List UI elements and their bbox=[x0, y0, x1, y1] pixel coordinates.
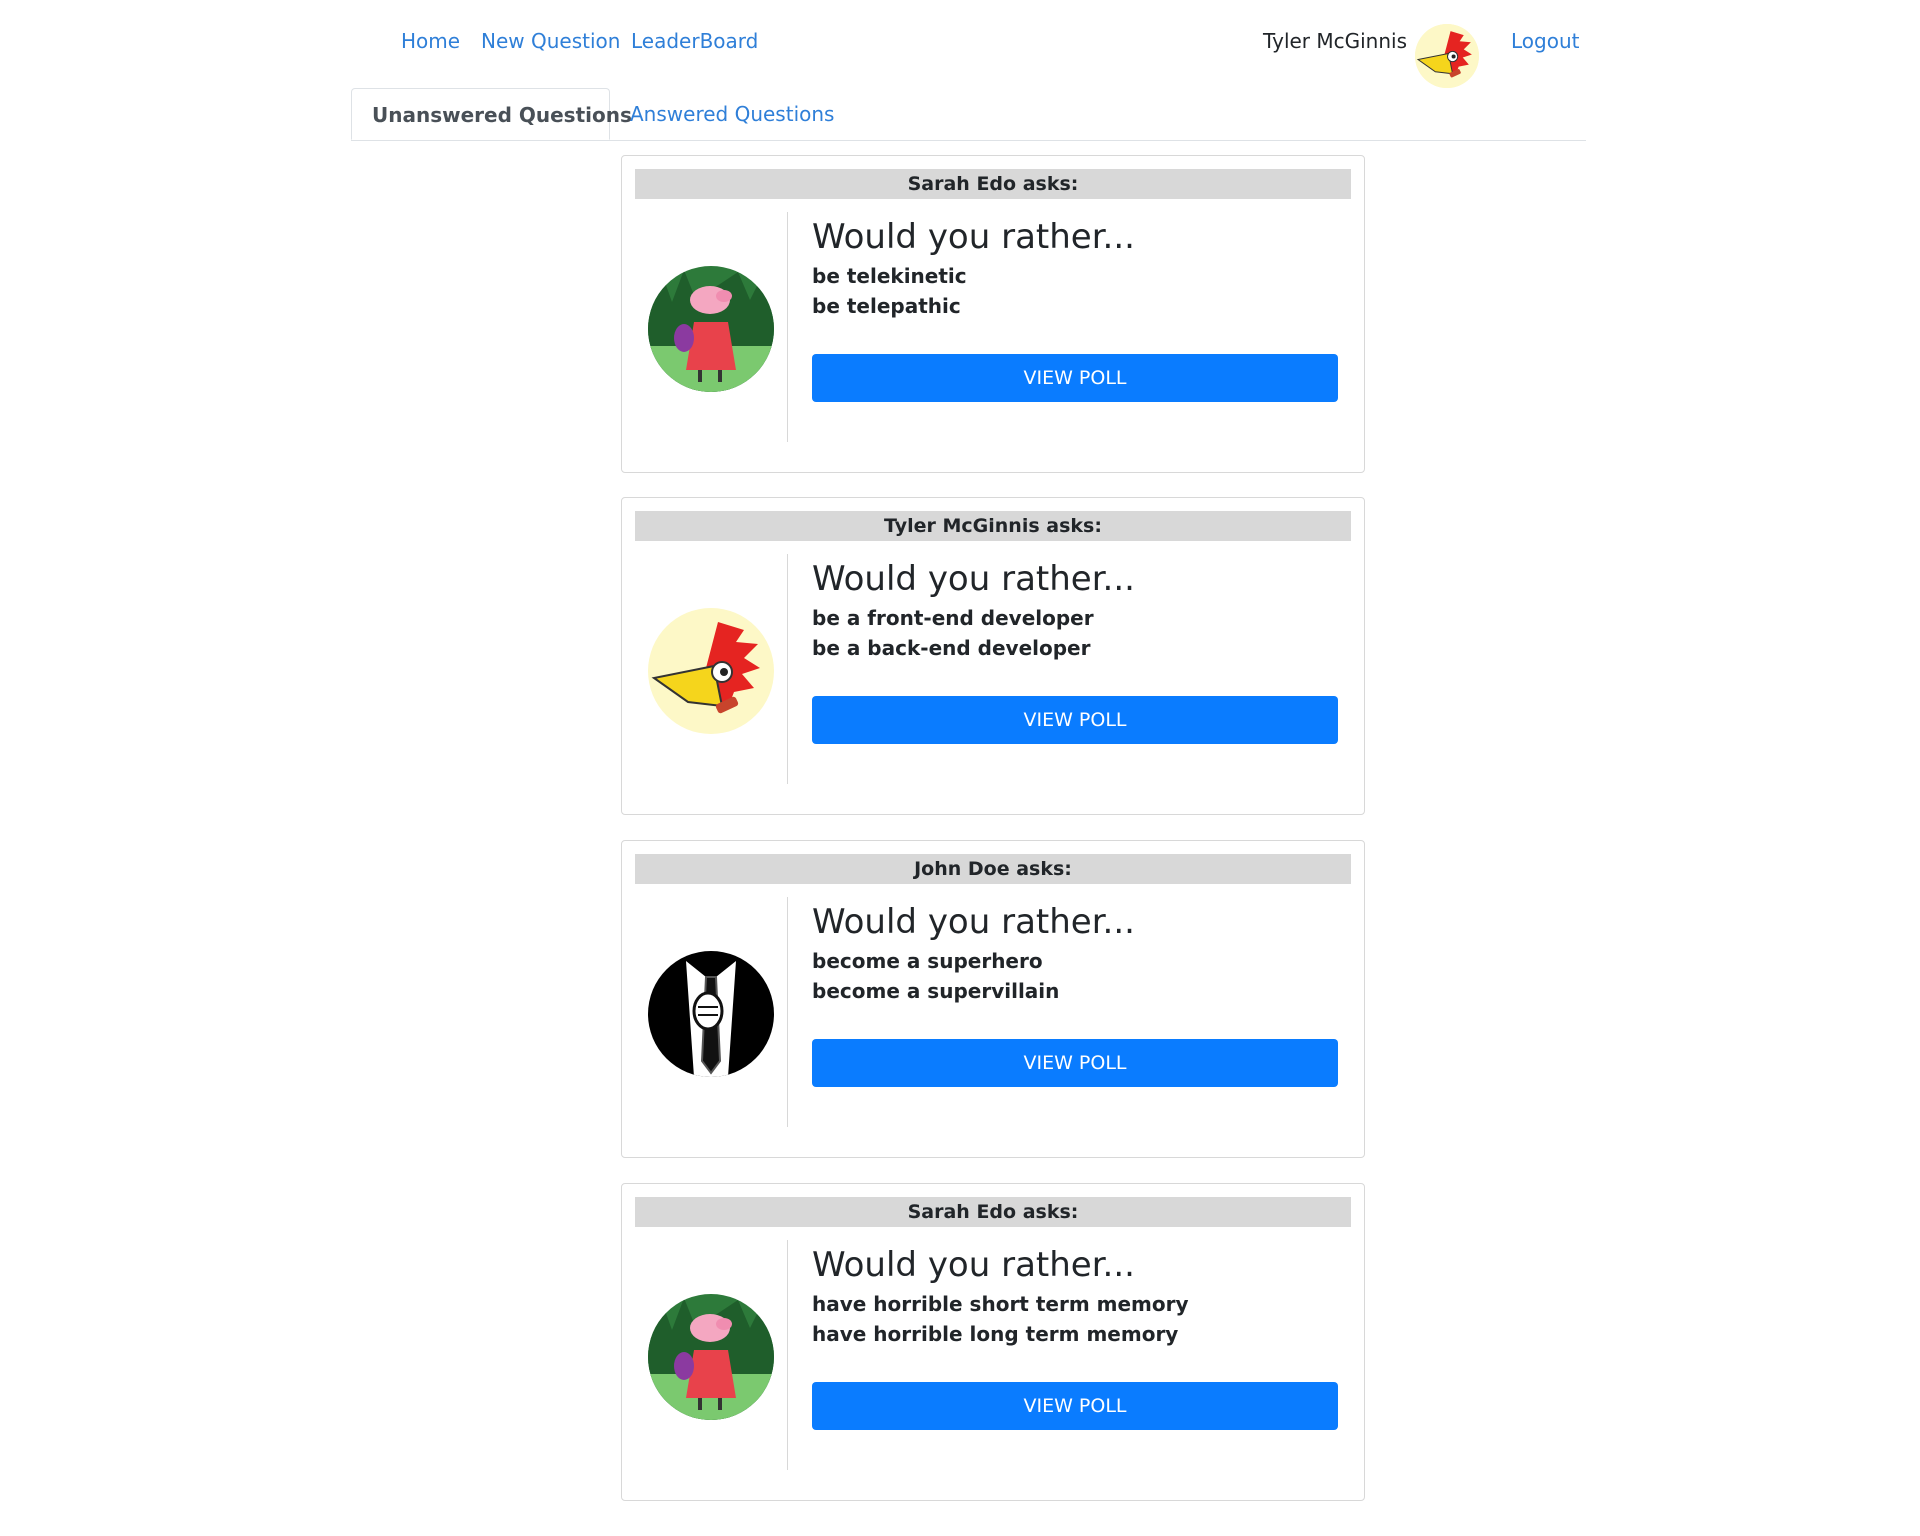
card-divider bbox=[787, 554, 788, 784]
view-poll-button[interactable]: VIEW POLL bbox=[812, 696, 1338, 744]
question-asker: Sarah Edo asks: bbox=[635, 169, 1351, 199]
nav-home-link[interactable]: Home bbox=[401, 26, 460, 56]
card-divider bbox=[787, 212, 788, 442]
question-title: Would you rather... bbox=[812, 559, 1135, 599]
suit-avatar-icon bbox=[648, 951, 774, 1077]
question-title: Would you rather... bbox=[812, 1245, 1135, 1285]
pig-avatar-icon bbox=[648, 266, 774, 392]
option-two-text: have horrible long term memory bbox=[812, 1322, 1179, 1346]
question-title: Would you rather... bbox=[812, 902, 1135, 942]
tab-answered-questions[interactable]: Answered Questions bbox=[610, 88, 854, 140]
tab-unanswered-questions[interactable]: Unanswered Questions bbox=[351, 88, 632, 140]
question-card: Sarah Edo asks: Would you rather... have… bbox=[621, 1183, 1365, 1501]
question-title: Would you rather... bbox=[812, 217, 1135, 257]
app-root: Home New Question LeaderBoard Tyler McGi… bbox=[0, 0, 1920, 1536]
question-tabs: Unanswered Questions Answered Questions bbox=[351, 88, 1586, 141]
question-card: Sarah Edo asks: Would you rather... be t… bbox=[621, 155, 1365, 473]
card-divider bbox=[787, 1240, 788, 1470]
logout-link[interactable]: Logout bbox=[1511, 26, 1579, 56]
view-poll-button[interactable]: VIEW POLL bbox=[812, 354, 1338, 402]
nav-leaderboard-link[interactable]: LeaderBoard bbox=[631, 26, 758, 56]
option-one-text: be telekinetic bbox=[812, 264, 967, 288]
card-divider bbox=[787, 897, 788, 1127]
option-one-text: be a front-end developer bbox=[812, 606, 1094, 630]
woodpecker-avatar-icon bbox=[1415, 24, 1479, 88]
view-poll-button[interactable]: VIEW POLL bbox=[812, 1382, 1338, 1430]
option-two-text: be telepathic bbox=[812, 294, 961, 318]
nav-new-question-link[interactable]: New Question bbox=[481, 26, 620, 56]
question-card: John Doe asks: Would you rather... becom… bbox=[621, 840, 1365, 1158]
current-user-name: Tyler McGinnis bbox=[1263, 29, 1408, 53]
woodpecker-avatar-icon bbox=[648, 608, 774, 734]
question-asker: Tyler McGinnis asks: bbox=[635, 511, 1351, 541]
option-two-text: become a supervillain bbox=[812, 979, 1060, 1003]
view-poll-button[interactable]: VIEW POLL bbox=[812, 1039, 1338, 1087]
option-one-text: become a superhero bbox=[812, 949, 1043, 973]
option-two-text: be a back-end developer bbox=[812, 636, 1091, 660]
question-asker: Sarah Edo asks: bbox=[635, 1197, 1351, 1227]
top-navbar: Home New Question LeaderBoard Tyler McGi… bbox=[0, 0, 1920, 88]
question-card: Tyler McGinnis asks: Would you rather...… bbox=[621, 497, 1365, 815]
option-one-text: have horrible short term memory bbox=[812, 1292, 1189, 1316]
question-asker: John Doe asks: bbox=[635, 854, 1351, 884]
pig-avatar-icon bbox=[648, 1294, 774, 1420]
